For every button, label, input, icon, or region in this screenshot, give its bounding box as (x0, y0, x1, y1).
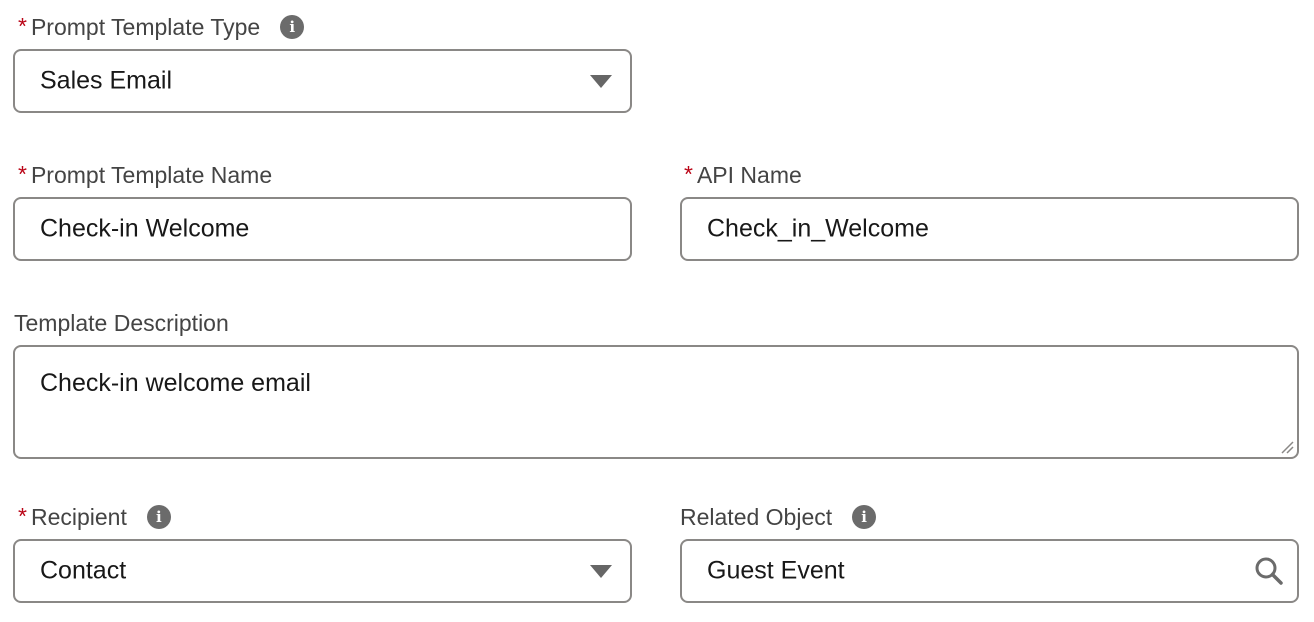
prompt-template-name-value: Check-in Welcome (40, 214, 250, 243)
template-description-textarea[interactable]: Check-in welcome email (13, 345, 1299, 459)
info-icon[interactable]: i (852, 505, 877, 529)
related-object-value: Guest Event (707, 556, 845, 585)
prompt-template-type-select[interactable]: Sales Email (13, 49, 632, 113)
related-object-label: Related Object i (680, 503, 877, 531)
required-indicator: * (18, 503, 27, 529)
api-name-label-text: API Name (696, 162, 802, 188)
recipient-label: * Recipient i (18, 503, 171, 531)
api-name-label: * API Name (684, 161, 802, 189)
prompt-template-type-label: * Prompt Template Type i (18, 13, 305, 41)
recipient-value: Contact (40, 556, 127, 585)
api-name-input[interactable]: Check_in_Welcome (680, 197, 1299, 261)
chevron-down-icon (590, 565, 612, 578)
prompt-template-name-label: * Prompt Template Name (18, 161, 272, 189)
template-description-label-text: Template Description (14, 310, 229, 336)
required-indicator: * (18, 13, 27, 39)
template-description-value: Check-in welcome email (40, 369, 311, 397)
prompt-template-type-value: Sales Email (40, 66, 172, 95)
required-indicator: * (684, 161, 693, 187)
template-description-label: Template Description (14, 309, 229, 337)
prompt-template-name-input[interactable]: Check-in Welcome (13, 197, 632, 261)
related-object-label-text: Related Object (680, 504, 833, 530)
info-icon[interactable]: i (146, 505, 171, 529)
search-icon[interactable] (1253, 555, 1285, 587)
required-indicator: * (18, 161, 27, 187)
resize-handle-icon[interactable] (1280, 440, 1294, 454)
prompt-template-type-label-text: Prompt Template Type (30, 14, 261, 40)
info-icon[interactable]: i (280, 15, 305, 39)
api-name-value: Check_in_Welcome (707, 214, 929, 243)
recipient-select[interactable]: Contact (13, 539, 632, 603)
prompt-template-name-label-text: Prompt Template Name (30, 162, 273, 188)
recipient-label-text: Recipient (30, 504, 127, 530)
chevron-down-icon (590, 75, 612, 88)
related-object-lookup[interactable]: Guest Event (680, 539, 1299, 603)
